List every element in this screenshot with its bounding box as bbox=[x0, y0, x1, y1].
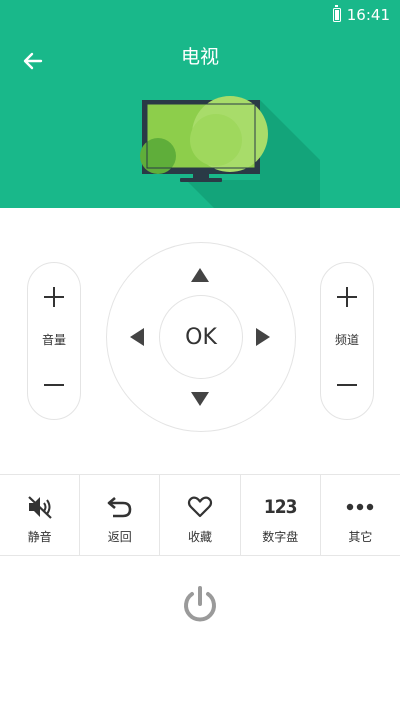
battery-icon bbox=[332, 5, 341, 22]
down-arrow-button[interactable] bbox=[191, 392, 209, 406]
return-label: 返回 bbox=[107, 530, 132, 544]
mute-label: 静音 bbox=[27, 530, 52, 544]
left-arrow-button[interactable] bbox=[130, 328, 144, 346]
number-pad-button[interactable]: 123 数字盘 bbox=[241, 475, 321, 555]
more-button[interactable]: 其它 bbox=[321, 475, 400, 555]
return-button[interactable]: 返回 bbox=[80, 475, 161, 555]
tv-icon bbox=[140, 96, 320, 208]
volume-up-button[interactable] bbox=[28, 283, 80, 311]
volume-control: 音量 bbox=[27, 262, 81, 420]
up-arrow-button[interactable] bbox=[191, 268, 209, 282]
volume-label: 音量 bbox=[41, 333, 66, 347]
channel-up-button[interactable] bbox=[321, 283, 373, 311]
channel-down-button[interactable] bbox=[321, 371, 373, 399]
power-button[interactable] bbox=[180, 584, 220, 624]
ok-button[interactable]: OK bbox=[159, 295, 243, 379]
mute-button[interactable]: 静音 bbox=[0, 475, 81, 555]
remote-panel: 音量 频道 OK 静音 返回 收藏 123 数字盘 其它 bbox=[0, 208, 400, 712]
channel-label: 频道 bbox=[334, 333, 359, 347]
number-pad-label: 数字盘 bbox=[262, 530, 299, 544]
return-icon bbox=[107, 497, 132, 518]
favorite-button[interactable]: 收藏 bbox=[160, 475, 241, 555]
status-bar: 16:41 bbox=[332, 5, 390, 24]
power-icon bbox=[184, 586, 216, 622]
channel-control: 频道 bbox=[320, 262, 374, 420]
heart-icon bbox=[187, 496, 213, 518]
volume-down-button[interactable] bbox=[28, 371, 80, 399]
more-icon bbox=[347, 503, 374, 511]
number-pad-icon: 123 bbox=[263, 496, 298, 518]
function-bar: 静音 返回 收藏 123 数字盘 其它 bbox=[0, 474, 400, 556]
header: 16:41 电视 bbox=[0, 0, 400, 208]
more-label: 其它 bbox=[348, 530, 373, 544]
status-time: 16:41 bbox=[346, 6, 390, 24]
favorite-label: 收藏 bbox=[188, 530, 213, 544]
right-arrow-button[interactable] bbox=[256, 328, 270, 346]
page-title: 电视 bbox=[180, 46, 219, 68]
mute-icon bbox=[27, 496, 52, 519]
